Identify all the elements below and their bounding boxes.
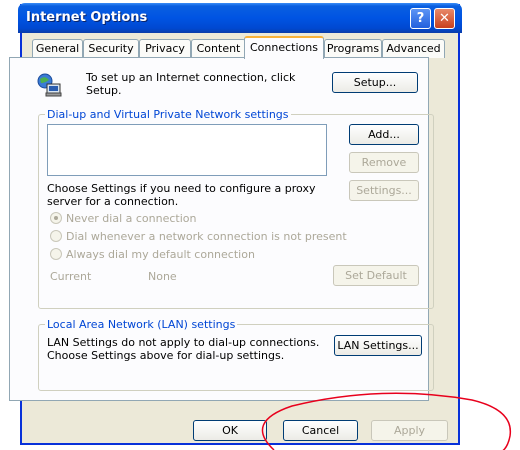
current-label: Current bbox=[50, 270, 92, 283]
radio-always-dial[interactable] bbox=[50, 248, 62, 260]
lan-settings-button[interactable]: LAN Settings... bbox=[334, 335, 422, 356]
connections-listbox[interactable] bbox=[47, 124, 327, 176]
radio-dial-whenever-label: Dial whenever a network connection is no… bbox=[66, 230, 347, 243]
settings-button[interactable]: Settings... bbox=[349, 180, 419, 201]
close-icon[interactable]: ✕ bbox=[434, 8, 455, 29]
dialup-group-title: Dial-up and Virtual Private Network sett… bbox=[45, 108, 291, 121]
tab-content[interactable]: Content bbox=[191, 39, 246, 58]
radio-always-dial-label: Always dial my default connection bbox=[66, 248, 255, 261]
window-title: Internet Options bbox=[26, 10, 148, 25]
tab-programs[interactable]: Programs bbox=[324, 39, 382, 58]
current-value: None bbox=[148, 270, 177, 283]
lan-group-title: Local Area Network (LAN) settings bbox=[45, 318, 238, 331]
lan-description: LAN Settings do not apply to dial-up con… bbox=[47, 336, 320, 362]
setup-button[interactable]: Setup... bbox=[332, 72, 418, 93]
proxy-description: Choose Settings if you need to configure… bbox=[47, 182, 316, 208]
tab-advanced[interactable]: Advanced bbox=[382, 39, 445, 58]
remove-button[interactable]: Remove bbox=[349, 152, 419, 173]
annotation-circle bbox=[261, 392, 512, 450]
tab-privacy[interactable]: Privacy bbox=[139, 39, 191, 58]
radio-never-dial-label: Never dial a connection bbox=[66, 212, 197, 225]
radio-never-dial[interactable] bbox=[50, 212, 62, 224]
tab-connections[interactable]: Connections bbox=[244, 36, 324, 59]
setup-description: To set up an Internet connection, click … bbox=[86, 71, 296, 97]
radio-dial-whenever[interactable] bbox=[50, 230, 62, 242]
tab-general[interactable]: General bbox=[32, 39, 83, 58]
set-default-button[interactable]: Set Default bbox=[333, 265, 419, 286]
tab-security[interactable]: Security bbox=[83, 39, 139, 58]
network-connection-icon bbox=[37, 73, 62, 97]
help-icon[interactable]: ? bbox=[410, 8, 431, 29]
add-button[interactable]: Add... bbox=[349, 124, 419, 145]
title-bar[interactable]: Internet Options ? ✕ bbox=[18, 3, 462, 33]
